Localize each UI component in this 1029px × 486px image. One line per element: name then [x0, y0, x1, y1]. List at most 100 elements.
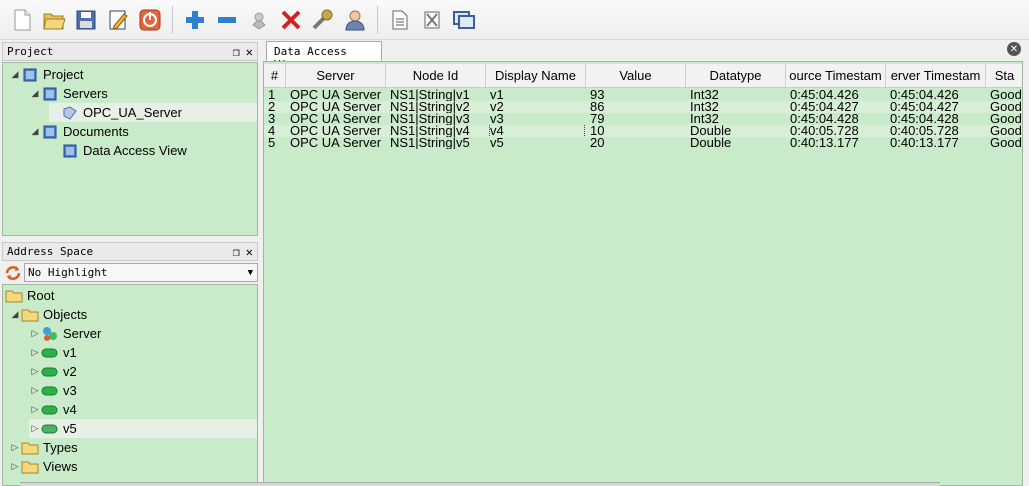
clear-icon[interactable]	[419, 7, 445, 33]
folder-icon	[41, 86, 59, 102]
tree-item-objects[interactable]: ◢ Objects	[9, 305, 88, 324]
tree-item-v5[interactable]: ▷ v5	[29, 419, 257, 438]
tree-item-v1[interactable]: ▷ v1	[29, 343, 77, 362]
horizontal-scrollbar[interactable]	[20, 482, 940, 486]
tree-item-v3[interactable]: ▷ v3	[29, 381, 77, 400]
column-header[interactable]: Datatype	[686, 64, 786, 87]
tree-item-label: v5	[63, 421, 77, 436]
column-header[interactable]: Node Id	[386, 64, 486, 87]
tree-item-v4[interactable]: ▷ v4	[29, 400, 77, 419]
expanded-arrow-icon[interactable]: ◢	[29, 126, 41, 137]
remove-icon[interactable]	[214, 7, 240, 33]
highlight-select-value: No Highlight	[28, 266, 108, 279]
table-cell: 2	[268, 101, 276, 113]
document-icon	[61, 143, 79, 159]
table-row[interactable]: 2 OPC UA Server NS1|String|v2 v2 86 Int3…	[264, 101, 1022, 113]
folder-icon	[21, 440, 39, 456]
highlight-select[interactable]: No Highlight ▼	[24, 263, 258, 282]
table-cell: NS1|String|v5	[390, 137, 470, 149]
table-cell: OPC UA Server	[290, 101, 382, 113]
table-cell: 79	[590, 113, 605, 125]
tree-item-label: Project	[43, 67, 84, 82]
table-cell: Good	[990, 89, 1022, 101]
settings-wrench-icon[interactable]	[310, 7, 336, 33]
table-row[interactable]: 5 OPC UA Server NS1|String|v5 v5 20 Doub…	[264, 137, 1022, 149]
column-header[interactable]: Display Name	[486, 64, 586, 87]
toolbar-separator	[377, 5, 378, 34]
close-icon[interactable]: ✕	[246, 245, 253, 259]
collapsed-arrow-icon[interactable]: ▷	[29, 366, 41, 377]
table-row[interactable]: 1 OPC UA Server NS1|String|v1 v1 93 Int3…	[264, 89, 1022, 101]
tree-item-root[interactable]: Root	[5, 286, 54, 305]
tree-item-v2[interactable]: ▷ v2	[29, 362, 77, 381]
folder-icon	[21, 307, 39, 323]
tree-item-project[interactable]: ◢ Project	[9, 65, 84, 84]
tree-item-label: Server	[63, 326, 102, 341]
table-cell: OPC UA Server	[290, 89, 382, 101]
tree-item-label: v1	[63, 345, 77, 360]
table-cell: 0:40:05.728	[890, 125, 959, 137]
table-cell: Int32	[690, 113, 719, 125]
user-icon[interactable]	[342, 7, 368, 33]
restore-icon[interactable]: ❐	[233, 245, 240, 259]
focused-cell[interactable]: v4	[489, 125, 585, 137]
close-icon[interactable]: ✕	[246, 45, 253, 59]
tab-data-access-view[interactable]: Data Access View	[266, 41, 382, 71]
connect-icon[interactable]	[246, 7, 272, 33]
tree-item-views[interactable]: ▷ Views	[9, 457, 78, 476]
table-row[interactable]: 3 OPC UA Server NS1|String|v3 v3 79 Int3…	[264, 113, 1022, 125]
delete-icon[interactable]	[278, 7, 304, 33]
tree-item-servers[interactable]: ◢ Servers	[29, 84, 108, 103]
tree-item-label: Documents	[63, 124, 129, 139]
collapsed-arrow-icon[interactable]: ▷	[29, 404, 41, 415]
tree-item-types[interactable]: ▷ Types	[9, 438, 78, 457]
folder-icon	[21, 459, 39, 475]
table-cell: 0:45:04.428	[890, 113, 959, 125]
new-file-icon[interactable]	[9, 7, 35, 33]
variable-icon	[41, 383, 59, 399]
table-cell: 0:45:04.426	[790, 89, 859, 101]
table-cell: Good	[990, 113, 1022, 125]
table-cell: v1	[490, 89, 504, 101]
tree-item-documents[interactable]: ◢ Documents	[29, 122, 129, 141]
column-header[interactable]: Value	[586, 64, 686, 87]
collapsed-arrow-icon[interactable]: ▷	[9, 461, 21, 472]
power-icon[interactable]	[137, 7, 163, 33]
table-cell: 3	[268, 113, 276, 125]
expanded-arrow-icon[interactable]: ◢	[29, 88, 41, 99]
table-row[interactable]: 4 OPC UA Server NS1|String|v4 v4 10 Doub…	[264, 125, 1022, 137]
tree-item-label: Types	[43, 440, 78, 455]
collapsed-arrow-icon[interactable]: ▷	[9, 442, 21, 453]
variable-icon	[41, 402, 59, 418]
tree-item-data-access-view[interactable]: Data Access View	[49, 141, 187, 160]
window-icon[interactable]	[451, 7, 477, 33]
table-cell: Int32	[690, 89, 719, 101]
document-icon[interactable]	[387, 7, 413, 33]
close-tab-icon[interactable]: ✕	[1007, 42, 1021, 56]
table-cell: NS1|String|v4	[390, 125, 470, 137]
tree-item-opc-ua-server[interactable]: OPC_UA_Server	[49, 103, 257, 122]
project-panel-header: Project ❐ ✕	[2, 42, 258, 61]
table-cell: 0:40:13.177	[890, 137, 959, 149]
collapsed-arrow-icon[interactable]: ▷	[29, 328, 41, 339]
open-folder-icon[interactable]	[41, 7, 67, 33]
tree-item-label: Views	[43, 459, 78, 474]
collapsed-arrow-icon[interactable]: ▷	[29, 385, 41, 396]
save-icon[interactable]	[73, 7, 99, 33]
edit-icon[interactable]	[105, 7, 131, 33]
column-header[interactable]: Server	[286, 64, 386, 87]
column-header[interactable]: erver Timestam	[886, 64, 986, 87]
add-icon[interactable]	[182, 7, 208, 33]
restore-icon[interactable]: ❐	[233, 45, 240, 59]
tree-item-server-object[interactable]: ▷ Server	[29, 324, 102, 343]
collapsed-arrow-icon[interactable]: ▷	[29, 423, 41, 434]
table-cell: 0:40:05.728	[790, 125, 859, 137]
collapsed-arrow-icon[interactable]: ▷	[29, 347, 41, 358]
column-header[interactable]: ource Timestam	[786, 64, 886, 87]
address-tree: Root ◢ Objects ▷ Server ▷ v1 ▷ v2 ▷ v3 ▷…	[2, 284, 258, 486]
expanded-arrow-icon[interactable]: ◢	[9, 69, 21, 80]
column-header[interactable]: #	[264, 64, 286, 87]
refresh-icon[interactable]	[4, 264, 22, 282]
column-header[interactable]: Sta	[986, 64, 1022, 87]
expanded-arrow-icon[interactable]: ◢	[9, 309, 21, 320]
